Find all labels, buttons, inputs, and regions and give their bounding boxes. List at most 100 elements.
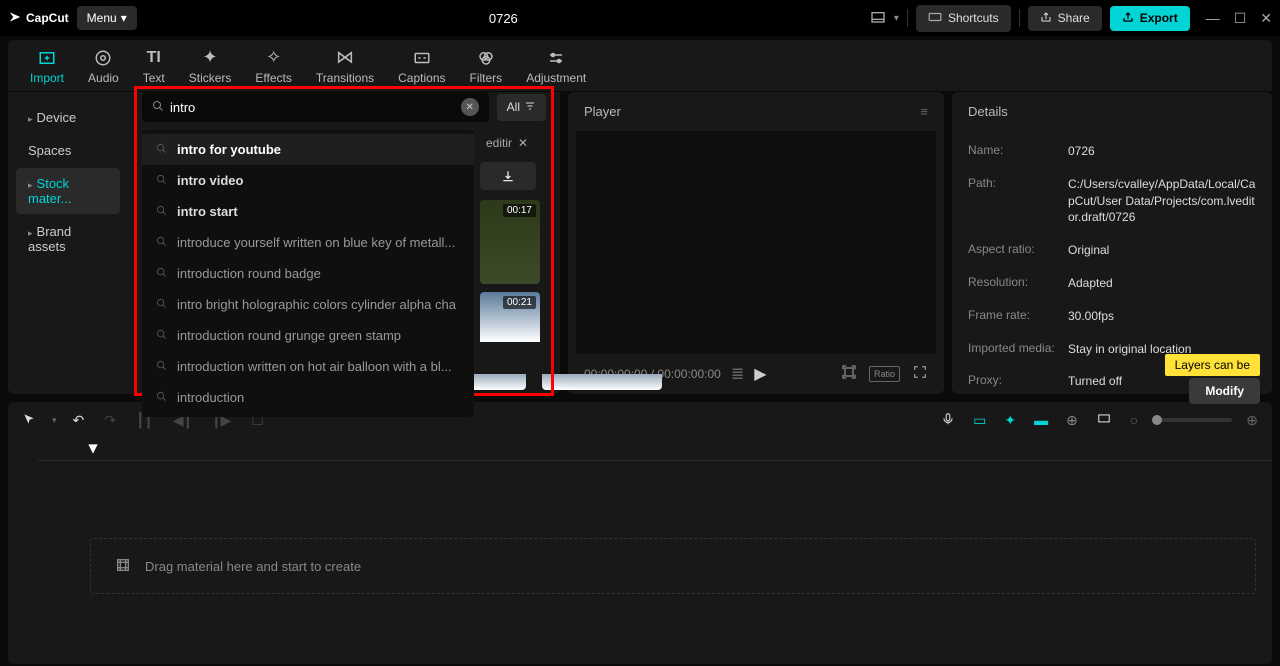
tab-text[interactable]: TI Text xyxy=(131,41,177,91)
search-icon xyxy=(156,391,167,405)
sidebar-item-brand[interactable]: ▸Brand assets xyxy=(16,216,120,262)
film-icon xyxy=(115,557,131,576)
suggestion-item[interactable]: introduction round grunge green stamp xyxy=(142,320,474,351)
modify-button[interactable]: Modify xyxy=(1189,378,1260,404)
media-tabstrip: Import Audio TI Text ✦ Stickers ✧ Effect… xyxy=(8,40,1272,92)
search-suggestions: intro for youtube intro video intro star… xyxy=(142,130,474,417)
search-input-wrap[interactable]: ✕ xyxy=(142,92,489,122)
clear-search-button[interactable]: ✕ xyxy=(461,98,479,116)
search-icon xyxy=(156,267,167,281)
zoom-slider[interactable] xyxy=(1152,418,1232,422)
transitions-icon: ⋈ xyxy=(336,47,354,69)
suggestion-item[interactable]: intro bright holographic colors cylinder… xyxy=(142,289,474,320)
zoom-in-icon[interactable]: ⊕ xyxy=(1242,410,1262,431)
suggestion-item[interactable]: introduction written on hot air balloon … xyxy=(142,351,474,382)
details-title: Details xyxy=(952,92,1272,131)
menu-button[interactable]: Menu ▾ xyxy=(77,6,137,30)
playhead[interactable] xyxy=(86,442,100,456)
search-icon xyxy=(156,143,167,157)
magnet-icon[interactable]: ⊕ xyxy=(1062,410,1082,431)
sidebar-item-stock[interactable]: ▸Stock mater... xyxy=(16,168,120,214)
ratio-button[interactable]: Ratio xyxy=(869,366,900,382)
stickers-icon: ✦ xyxy=(203,47,218,69)
preview-icon[interactable] xyxy=(1092,410,1116,431)
play-icon[interactable]: ▶ xyxy=(754,364,766,384)
undo-icon[interactable]: ↶ xyxy=(69,410,89,431)
suggestion-item[interactable]: intro video xyxy=(142,165,474,196)
fullscreen-icon[interactable] xyxy=(912,364,928,385)
chevron-down-icon: ▾ xyxy=(121,11,127,25)
tab-filters[interactable]: Filters xyxy=(458,41,515,91)
shortcuts-button[interactable]: Shortcuts xyxy=(916,5,1011,32)
player-title: Player xyxy=(584,104,621,119)
timeline-drop-zone[interactable]: Drag material here and start to create xyxy=(90,538,1256,594)
export-button[interactable]: Export xyxy=(1110,6,1190,31)
tab-effects[interactable]: ✧ Effects xyxy=(243,41,303,91)
timeline[interactable]: Drag material here and start to create xyxy=(8,438,1272,664)
close-icon[interactable]: ✕ xyxy=(1260,10,1272,27)
search-icon xyxy=(156,298,167,312)
details-panel: Details Name:0726 Path:C:/Users/cvalley/… xyxy=(952,92,1272,394)
timeline-axis xyxy=(38,460,1272,461)
filters-icon xyxy=(477,47,495,69)
search-icon xyxy=(156,236,167,250)
mic-icon[interactable] xyxy=(937,410,959,431)
pointer-tool-icon[interactable] xyxy=(18,410,40,431)
layout-icon[interactable] xyxy=(870,10,886,26)
redo-icon[interactable]: ↷ xyxy=(100,410,120,431)
effects-icon: ✧ xyxy=(266,47,281,69)
sidebar-item-spaces[interactable]: Spaces xyxy=(16,135,120,166)
track-mode2-icon[interactable]: ✦ xyxy=(1000,410,1020,431)
app-logo: CapCut xyxy=(8,10,69,27)
search-input[interactable] xyxy=(170,100,455,115)
suggestion-item[interactable]: intro for youtube xyxy=(142,134,474,165)
suggestion-item[interactable]: introduction round badge xyxy=(142,258,474,289)
maximize-icon[interactable]: ☐ xyxy=(1234,10,1247,27)
list-icon[interactable]: ≣ xyxy=(731,364,744,384)
chevron-down-icon[interactable]: ▾ xyxy=(894,13,899,24)
tab-import[interactable]: Import xyxy=(18,41,76,91)
detail-framerate: 30.00fps xyxy=(1068,308,1256,325)
text-icon: TI xyxy=(147,47,161,69)
media-sidebar: ▸Device Spaces ▸Stock mater... ▸Brand as… xyxy=(8,92,128,394)
detail-resolution: Adapted xyxy=(1068,275,1256,292)
search-icon xyxy=(156,205,167,219)
tooltip: Layers can be xyxy=(1165,354,1260,376)
stock-thumb[interactable] xyxy=(542,374,662,390)
search-overlay: ✕ All intro for youtube intro video intr… xyxy=(136,88,552,421)
topbar: CapCut Menu ▾ 0726 ▾ Shortcuts Share xyxy=(0,0,1280,36)
adjustment-icon xyxy=(547,47,565,69)
suggestion-item[interactable]: intro start xyxy=(142,196,474,227)
import-icon xyxy=(37,47,57,69)
search-icon xyxy=(156,174,167,188)
tab-stickers[interactable]: ✦ Stickers xyxy=(177,41,244,91)
filter-all-button[interactable]: All xyxy=(497,94,546,121)
menu-icon[interactable]: ≡ xyxy=(920,104,928,119)
audio-icon xyxy=(94,47,112,69)
tab-adjustment[interactable]: Adjustment xyxy=(514,41,598,91)
track-mode-icon[interactable]: ▭ xyxy=(969,410,990,431)
tab-audio[interactable]: Audio xyxy=(76,41,131,91)
captions-icon xyxy=(413,47,431,69)
search-icon xyxy=(156,360,167,374)
suggestion-item[interactable]: introduction xyxy=(142,382,474,413)
player-panel: Player ≡ 00:00:00:00 / 00:00:00:00 ≣ ▶ R… xyxy=(568,92,944,394)
project-title: 0726 xyxy=(145,11,862,26)
track-mode3-icon[interactable]: ▬ xyxy=(1030,410,1052,430)
capcut-logo-icon xyxy=(8,10,22,27)
sidebar-item-device[interactable]: ▸Device xyxy=(16,102,120,133)
detail-path: C:/Users/cvalley/AppData/Local/CapCut/Us… xyxy=(1068,176,1256,226)
detail-aspect: Original xyxy=(1068,242,1256,259)
keyboard-icon xyxy=(928,10,942,27)
tab-captions[interactable]: Captions xyxy=(386,41,457,91)
chevron-down-icon[interactable]: ▾ xyxy=(52,415,57,426)
scale-icon[interactable] xyxy=(841,364,857,385)
minimize-icon[interactable]: — xyxy=(1206,10,1220,27)
share-button[interactable]: Share xyxy=(1028,6,1102,31)
export-icon xyxy=(1122,11,1134,26)
tab-transitions[interactable]: ⋈ Transitions xyxy=(304,41,386,91)
search-icon xyxy=(152,100,164,115)
suggestion-item[interactable]: introduce yourself written on blue key o… xyxy=(142,227,474,258)
zoom-out-icon[interactable]: ○ xyxy=(1126,410,1142,430)
filter-icon xyxy=(524,100,536,115)
